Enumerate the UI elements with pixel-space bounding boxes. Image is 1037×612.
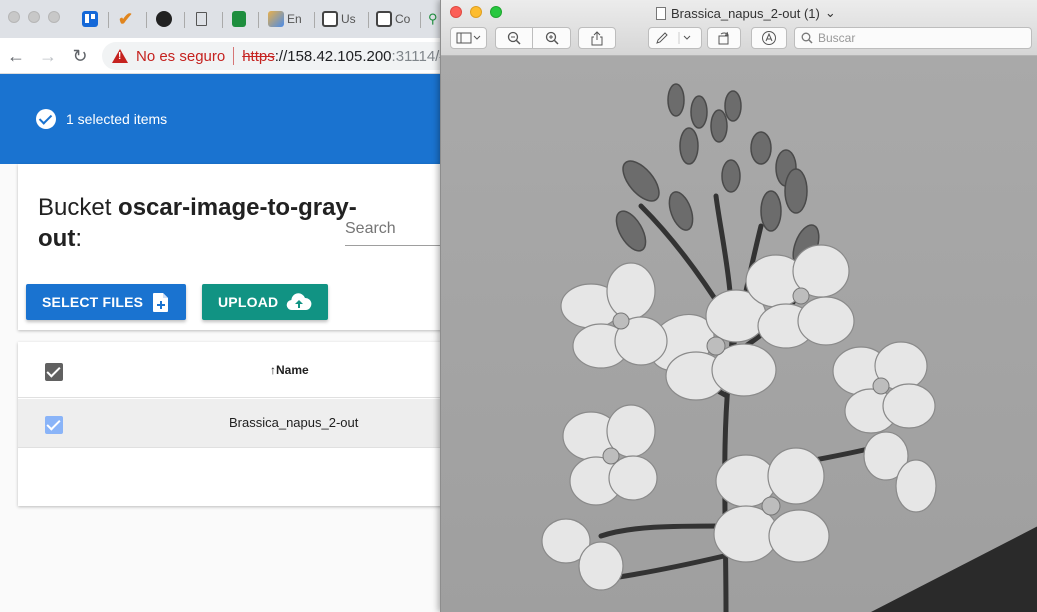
tab-en[interactable]: En	[268, 10, 302, 28]
select-all-checkbox[interactable]	[45, 363, 63, 381]
close-button[interactable]	[450, 6, 462, 18]
tab-en-label: En	[287, 12, 302, 26]
url-host: ://158.42.105.200	[274, 47, 392, 65]
search-placeholder: Search	[345, 220, 396, 237]
search-field[interactable]: Buscar	[794, 27, 1032, 49]
document-icon	[656, 6, 666, 20]
selection-count: 1 selected items	[66, 111, 168, 127]
preview-titlebar: Brassica_napus_2-out (1) ⌄ Buscar	[441, 0, 1037, 56]
table-header: ↑Name	[18, 342, 458, 398]
page-title: Bucket oscar-image-to-gray-out:	[38, 194, 357, 252]
window-title-text: Brassica_napus_2-out (1)	[671, 5, 820, 21]
screen: ✔ En Us Co ⚲ ← → ↻ No es seguro http	[0, 0, 1037, 612]
back-arrow-icon[interactable]: ←	[4, 44, 28, 68]
security-label[interactable]: No es seguro	[136, 48, 225, 65]
sheets-tab-icon[interactable]	[232, 10, 246, 28]
name-column-header[interactable]: ↑Name	[270, 363, 309, 377]
chevron-down-icon: ⌄	[824, 5, 836, 20]
window-title[interactable]: Brassica_napus_2-out (1) ⌄	[656, 5, 836, 21]
document-tab-icon[interactable]	[196, 10, 207, 28]
preview-window: Brassica_napus_2-out (1) ⌄ Buscar	[440, 0, 1037, 612]
cloud-upload-icon	[286, 293, 312, 311]
search-tab-icon[interactable]: ⚲	[428, 10, 438, 28]
minimize-button-inactive[interactable]	[28, 11, 40, 23]
search-placeholder: Buscar	[818, 31, 856, 45]
share-icon	[591, 30, 603, 45]
search-icon	[801, 32, 813, 44]
upload-label: UPLOAD	[218, 294, 279, 310]
tab-us[interactable]: Us	[322, 10, 356, 28]
zoom-button[interactable]	[490, 6, 502, 18]
select-files-label: SELECT FILES	[42, 294, 144, 310]
row-checkbox[interactable]	[45, 416, 63, 434]
tab-co[interactable]: Co	[376, 10, 410, 28]
zoom-button-inactive[interactable]	[48, 11, 60, 23]
file-plus-icon	[153, 293, 168, 312]
zoom-out-button[interactable]	[495, 27, 533, 49]
table-row[interactable]: Brassica_napus_2-out	[18, 399, 458, 448]
bucket-card: Bucket oscar-image-to-gray-out: Search S…	[18, 164, 465, 330]
flower-photo	[441, 56, 1037, 612]
upload-button[interactable]: UPLOAD	[202, 284, 328, 320]
markup-toolbar-button[interactable]	[751, 27, 787, 49]
share-button[interactable]	[578, 27, 616, 49]
github-tab-icon[interactable]	[156, 10, 172, 28]
tab-co-label: Co	[395, 12, 411, 26]
zoom-in-icon	[545, 31, 559, 45]
select-files-button[interactable]: SELECT FILES	[26, 284, 186, 320]
zoom-out-icon	[507, 31, 521, 45]
rotate-icon	[718, 31, 729, 45]
close-button-inactive[interactable]	[8, 11, 20, 23]
reload-icon[interactable]: ↻	[68, 44, 92, 68]
rotate-button[interactable]	[707, 27, 741, 49]
sidebar-icon	[456, 32, 480, 44]
tab-us-label: Us	[341, 12, 356, 26]
markup-icon	[762, 31, 776, 45]
check-tab-icon[interactable]: ✔	[118, 9, 133, 29]
image-canvas[interactable]	[441, 56, 1037, 612]
check-circle-icon[interactable]	[36, 109, 56, 129]
zoom-in-button[interactable]	[532, 27, 571, 49]
sidebar-toggle-button[interactable]	[450, 27, 487, 49]
forward-arrow-icon[interactable]: →	[36, 44, 60, 68]
url-scheme: https	[242, 47, 275, 65]
warning-icon	[112, 48, 128, 64]
pen-icon	[656, 32, 691, 44]
file-name[interactable]: Brassica_napus_2-out	[229, 415, 358, 430]
minimize-button[interactable]	[470, 6, 482, 18]
markup-pen-button[interactable]	[648, 27, 702, 49]
files-table: ↑Name Brassica_napus_2-out	[18, 342, 458, 506]
trello-tab-icon[interactable]	[82, 10, 98, 28]
